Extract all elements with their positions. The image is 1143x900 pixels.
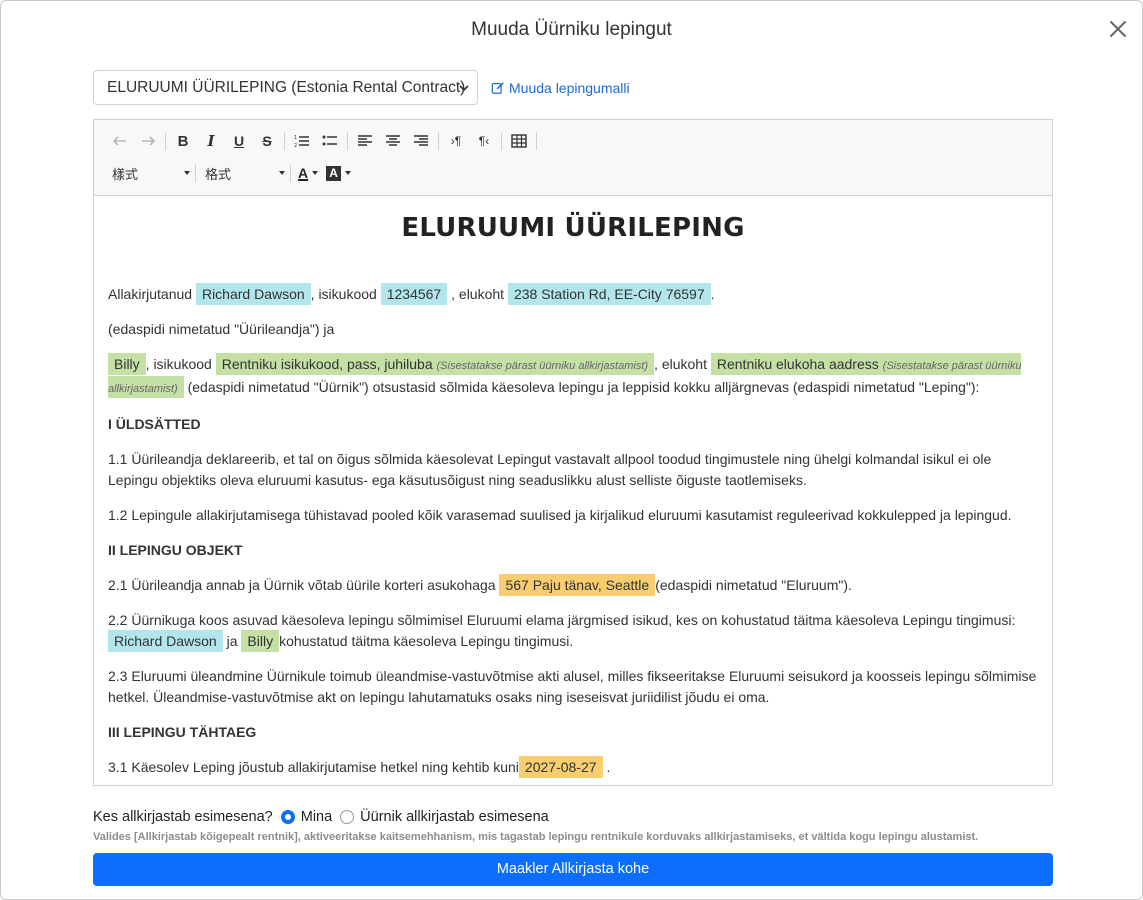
text: , isikukood [310, 286, 377, 302]
radio-me[interactable] [280, 810, 295, 824]
rich-text-editor: B I U S 12 ›¶ ¶‹ 樣式 格式 A A ELURUUMI ÜÜRI… [93, 119, 1053, 786]
text: (edaspidi nimetatud "Eluruum"). [655, 577, 852, 593]
section-heading-1: I ÜLDSÄTTED [108, 416, 201, 432]
edit-template-label: Muuda lepingumalli [509, 80, 630, 96]
radio-tenant-first[interactable] [340, 810, 355, 824]
undo-icon[interactable] [106, 128, 134, 154]
clause-2-1: 2.1 Üürileandja annab ja Üürnik võtab üü… [108, 574, 1038, 596]
text: (edaspidi nimetatud "Üürnik") otsustasid… [187, 379, 980, 395]
clause-1-2: 1.2 Lepingule allakirjutamisega tühistav… [108, 507, 1012, 523]
modal-title: Muuda Üürniku lepingut [471, 19, 672, 40]
clause-2-2: 2.2 Üürnikuga koos asuvad käesoleva lepi… [108, 610, 1038, 652]
text-color-icon[interactable]: A [294, 160, 322, 186]
align-left-icon[interactable] [351, 128, 379, 154]
bold-icon[interactable]: B [169, 128, 197, 154]
style-combo[interactable]: 樣式 [106, 160, 192, 186]
format-combo[interactable]: 格式 [199, 160, 287, 186]
underline-icon[interactable]: U [225, 128, 253, 154]
occupant-tenant-field[interactable]: Billy [241, 630, 280, 652]
text: , elukoht [654, 356, 707, 372]
text: , isikukood [145, 356, 212, 372]
tenant-address-label: Rentniku elukoha aadress [716, 356, 879, 372]
radio-me-label[interactable]: Mina [301, 809, 332, 825]
editor-content[interactable]: ELURUUMI ÜÜRILEPING Allakirjutanud Richa… [94, 196, 1052, 785]
rtl-icon[interactable]: ¶‹ [470, 128, 498, 154]
text: . [606, 759, 611, 775]
table-icon[interactable] [505, 128, 533, 154]
property-address-field[interactable]: 567 Paju tänav, Seattle [499, 574, 656, 596]
style-combo-label: 樣式 [112, 166, 139, 182]
redo-icon[interactable] [134, 128, 162, 154]
align-right-icon[interactable] [407, 128, 435, 154]
first-signer-question: Kes allkirjastab esimesena? [93, 809, 273, 825]
text: 3.1 Käesolev Leping jõustub allakirjutam… [108, 759, 519, 775]
text: ja [226, 633, 238, 649]
clause-3-1: 3.1 Käesolev Leping jõustub allakirjutam… [108, 756, 1038, 778]
radio-tenant-first-label[interactable]: Üürnik allkirjastab esimesena [360, 809, 549, 825]
clause-2-3: 2.3 Eluruumi üleandmine Üürnikule toimub… [108, 668, 1037, 705]
contract-template-select[interactable]: ELURUUMI ÜÜRILEPING (Estonia Rental Cont… [93, 70, 478, 105]
toolbar-divider [290, 164, 291, 182]
editor-toolbar: B I U S 12 ›¶ ¶‹ 樣式 格式 A A [94, 120, 1052, 196]
chevron-down-icon [279, 171, 285, 175]
toolbar-divider [347, 132, 348, 150]
end-date-field[interactable]: 2027-08-27 [518, 756, 603, 778]
text: . [710, 286, 715, 302]
contract-template-value: ELURUUMI ÜÜRILEPING (Estonia Rental Cont… [107, 79, 466, 96]
paragraph-landlord: Allakirjutanud Richard Dawson, isikukood… [108, 283, 1038, 305]
toolbar-divider [536, 132, 537, 150]
toolbar-divider [195, 164, 196, 182]
tenant-id-hint: (Sisestatakse pärast üürniku allkirjasta… [436, 360, 649, 372]
paragraph-tenant: Billy, isikukood Rentniku isikukood, pas… [108, 353, 1038, 400]
background-color-icon[interactable]: A [322, 160, 355, 186]
text: 2.1 Üürileandja annab ja Üürnik võtab üü… [108, 577, 496, 593]
section-heading-2: II LEPINGU OBJEKT [108, 542, 243, 558]
first-signer-group: Kes allkirjastab esimesena? Mina Üürnik … [93, 809, 549, 825]
format-combo-label: 格式 [205, 166, 232, 182]
tenant-name-field[interactable]: Billy [108, 353, 146, 375]
text: 2.2 Üürnikuga koos asuvad käesoleva lepi… [108, 612, 1016, 628]
tenant-id-field[interactable]: Rentniku isikukood, pass, juhiluba (Sise… [215, 353, 655, 375]
landlord-id-field[interactable]: 1234567 [380, 283, 448, 305]
toolbar-divider [165, 132, 166, 150]
landlord-address-field[interactable]: 238 Station Rd, EE-City 76597 [507, 283, 711, 305]
toolbar-divider [438, 132, 439, 150]
toolbar-divider [501, 132, 502, 150]
ltr-icon[interactable]: ›¶ [442, 128, 470, 154]
edit-contract-modal: Muuda Üürniku lepingut ELURUUMI ÜÜRILEPI… [0, 0, 1143, 900]
edit-template-link[interactable]: Muuda lepingumalli [491, 80, 630, 96]
close-icon[interactable] [1106, 17, 1130, 41]
sign-now-button[interactable]: Maakler Allkirjasta kohe [93, 853, 1053, 886]
landlord-name-field[interactable]: Richard Dawson [195, 283, 311, 305]
strikethrough-icon[interactable]: S [253, 128, 281, 154]
clause-1-1: 1.1 Üürileandja deklareerib, et tal on õ… [108, 451, 992, 488]
document-title: ELURUUMI ÜÜRILEPING [401, 213, 745, 243]
italic-icon[interactable]: I [197, 128, 225, 154]
edit-icon [491, 82, 504, 94]
svg-text:2: 2 [294, 143, 297, 149]
section-heading-3: III LEPINGU TÄHTAEG [108, 724, 257, 740]
text: kohustatud täitma käesoleva Lepingu ting… [279, 633, 574, 649]
bulleted-list-icon[interactable] [316, 128, 344, 154]
toolbar-divider [284, 132, 285, 150]
text: , elukoht [451, 286, 505, 302]
paragraph-landlord-alias: (edaspidi nimetatud "Üürileandja") ja [108, 321, 335, 337]
svg-text:1: 1 [294, 135, 297, 141]
chevron-down-icon [184, 171, 190, 175]
chevron-down-icon [459, 85, 469, 92]
occupant-landlord-field[interactable]: Richard Dawson [108, 630, 223, 652]
text: Allakirjutanud [108, 286, 193, 302]
tenant-id-label: Rentniku isikukood, pass, juhiluba [221, 356, 433, 372]
numbered-list-icon[interactable]: 12 [288, 128, 316, 154]
first-signer-note: Valides [Allkirjastab kõigepealt rentnik… [93, 831, 979, 843]
align-center-icon[interactable] [379, 128, 407, 154]
